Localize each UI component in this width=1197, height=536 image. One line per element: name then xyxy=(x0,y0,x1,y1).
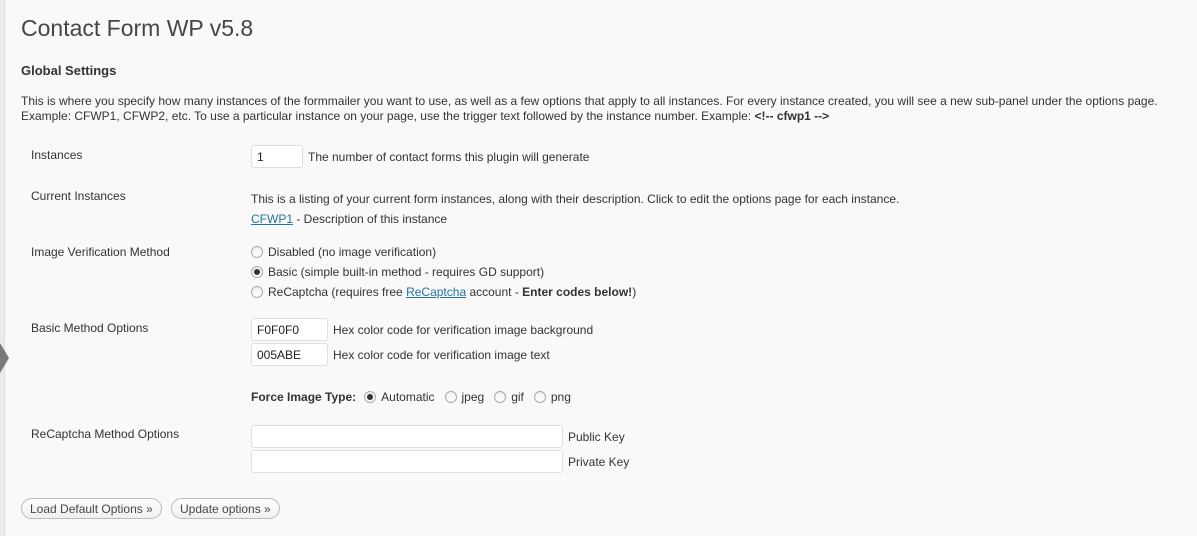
option-label: gif xyxy=(511,390,524,404)
recaptcha-link[interactable]: ReCaptcha xyxy=(406,285,466,299)
basic-options-label: Basic Method Options xyxy=(31,321,149,335)
page-title: Contact Form WP v5.8 xyxy=(21,15,254,41)
private-key-input[interactable] xyxy=(251,450,563,473)
public-key-input[interactable] xyxy=(251,425,563,448)
intro-line-2-text: Example: CFWP1, CFWP2, etc. To use a par… xyxy=(21,109,755,123)
radio-png[interactable] xyxy=(533,391,546,403)
recaptcha-middle: account - xyxy=(466,285,523,299)
intro-line-1: This is where you specify how many insta… xyxy=(21,94,1158,108)
bg-color-input[interactable] xyxy=(251,318,328,341)
force-option-jpeg[interactable]: jpeg xyxy=(444,390,485,404)
bg-color-description: Hex color code for verification image ba… xyxy=(333,322,594,337)
radio-gif[interactable] xyxy=(494,391,507,403)
radio-recaptcha[interactable] xyxy=(251,286,263,298)
update-options-button[interactable]: Update options » xyxy=(171,498,280,519)
current-instances-cell: This is a listing of your current form i… xyxy=(251,189,899,229)
text-color-description: Hex color code for verification image te… xyxy=(333,347,550,362)
instance-description: - Description of this instance xyxy=(293,212,448,226)
image-verification-options: Disabled (no image verification) Basic (… xyxy=(251,242,636,302)
recaptcha-bold-note: Enter codes below! xyxy=(522,285,633,299)
instances-label: Instances xyxy=(31,148,83,162)
radio-basic[interactable] xyxy=(251,266,263,278)
radio-disabled[interactable] xyxy=(251,246,263,258)
current-instances-description: This is a listing of your current form i… xyxy=(251,192,900,206)
bg-color-row: Hex color code for verification image ba… xyxy=(251,318,593,341)
option-label: png xyxy=(550,390,571,404)
verification-option-recaptcha[interactable]: ReCaptcha (requires free ReCaptcha accou… xyxy=(251,282,636,302)
force-image-type: Force Image Type: Automatic jpeg gif png xyxy=(251,390,581,404)
instance-entry: CFWP1 - Description of this instance xyxy=(251,209,899,229)
option-label: Basic (simple built-in method - requires… xyxy=(268,265,545,279)
force-option-png[interactable]: png xyxy=(533,390,571,404)
force-option-gif[interactable]: gif xyxy=(494,390,524,404)
instances-input[interactable] xyxy=(251,145,303,168)
section-heading: Global Settings xyxy=(21,63,117,78)
force-image-type-label: Force Image Type: xyxy=(251,390,357,404)
instance-link-cfwp1[interactable]: CFWP1 xyxy=(251,212,293,226)
verification-option-basic[interactable]: Basic (simple built-in method - requires… xyxy=(251,262,636,282)
text-color-row: Hex color code for verification image te… xyxy=(251,343,550,366)
intro-text: This is where you specify how many insta… xyxy=(21,94,1197,124)
instances-description: The number of contact forms this plugin … xyxy=(308,149,590,164)
admin-sidebar-edge xyxy=(0,0,5,536)
collapse-arrow-icon[interactable] xyxy=(0,343,9,373)
public-key-label: Public Key xyxy=(568,429,625,444)
recaptcha-prefix: ReCaptcha (requires free xyxy=(268,285,407,299)
option-label: jpeg xyxy=(461,390,485,404)
recaptcha-options-label: ReCaptcha Method Options xyxy=(31,427,180,441)
recaptcha-suffix: ) xyxy=(632,285,637,299)
verification-option-disabled[interactable]: Disabled (no image verification) xyxy=(251,242,636,262)
private-key-label: Private Key xyxy=(568,454,630,469)
text-color-input[interactable] xyxy=(251,343,328,366)
public-key-row: Public Key xyxy=(251,425,625,448)
option-label: Automatic xyxy=(381,390,435,404)
option-label: ReCaptcha (requires free ReCaptcha accou… xyxy=(268,285,636,299)
current-instances-label: Current Instances xyxy=(31,189,126,203)
instances-cell: The number of contact forms this plugin … xyxy=(251,145,589,168)
trigger-code: <!-- cfwp1 --> xyxy=(754,109,830,123)
load-default-options-button[interactable]: Load Default Options » xyxy=(21,498,162,519)
private-key-row: Private Key xyxy=(251,450,629,473)
force-option-automatic[interactable]: Automatic xyxy=(364,390,435,404)
option-label: Disabled (no image verification) xyxy=(268,245,437,259)
radio-jpeg[interactable] xyxy=(444,391,457,403)
image-verification-label: Image Verification Method xyxy=(31,245,170,259)
intro-line-2: Example: CFWP1, CFWP2, etc. To use a par… xyxy=(21,109,1197,124)
radio-automatic[interactable] xyxy=(364,391,377,403)
